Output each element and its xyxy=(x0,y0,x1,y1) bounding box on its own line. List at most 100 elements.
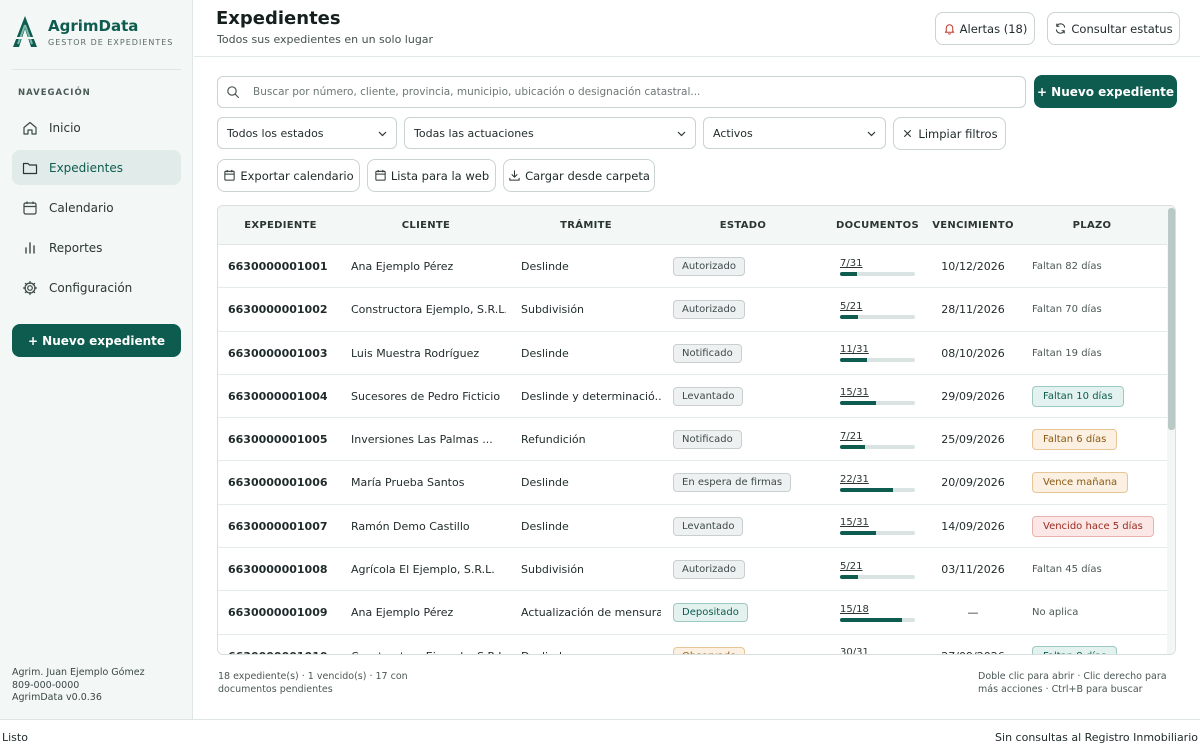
table-row[interactable]: 6630000001005 Inversiones Las Palmas ... R… xyxy=(218,418,1167,462)
estado-cell: Autorizado xyxy=(673,245,823,288)
status-text: Listo xyxy=(2,731,28,744)
export-calendar-button[interactable]: Exportar calendario xyxy=(217,159,360,192)
calendar-icon xyxy=(224,169,235,181)
calendar-icon xyxy=(23,201,37,215)
scrollbar-thumb[interactable] xyxy=(1168,208,1175,430)
column-header-tramite[interactable]: TRÁMITE xyxy=(521,220,651,231)
tramite-name: Refundición xyxy=(521,433,586,447)
expediente-number: 6630000001003 xyxy=(228,346,328,360)
clear-filters-button[interactable]: Limpiar filtros xyxy=(893,117,1006,150)
load-folder-button[interactable]: Cargar desde carpeta xyxy=(503,159,655,192)
column-header-expediente[interactable]: EXPEDIENTE xyxy=(228,220,333,231)
table-row[interactable]: 6630000001003 Luis Muestra Rodríguez Desli… xyxy=(218,332,1167,375)
documentos-progress-fill xyxy=(840,574,858,579)
documentos-count: 7/21 xyxy=(840,430,863,442)
documentos-cell: 5/21 xyxy=(840,548,920,591)
expediente-number: 6630000001007 xyxy=(228,519,328,533)
load-folder-label: Cargar desde carpeta xyxy=(525,168,650,183)
activos-filter-select[interactable]: Activos xyxy=(703,117,886,149)
sidebar-item-reportes[interactable]: Reportes xyxy=(12,230,181,265)
web-list-button[interactable]: Lista para la web xyxy=(367,159,496,192)
estado-cell: En espera de firmas xyxy=(673,461,823,504)
documentos-cell: 15/31 xyxy=(840,505,920,548)
tramite-name: Deslinde xyxy=(521,519,569,533)
cliente-name: Constructora Ejemplo, S.R.L. xyxy=(351,303,506,317)
sidebar-item-expedientes[interactable]: Expedientes xyxy=(12,150,181,185)
estado-filter-select[interactable]: Todos los estados xyxy=(217,117,397,149)
table-row[interactable]: 6630000001010Constructora Ejemplo, S.R.L… xyxy=(218,635,1167,654)
plazo-cell: Faltan 45 días xyxy=(1032,548,1167,591)
chevron-down-icon xyxy=(677,131,686,136)
plazo-cell: Faltan 8 días xyxy=(1032,635,1167,654)
expediente-number: 6630000001002 xyxy=(228,303,328,317)
sidebar-item-label: Reportes xyxy=(49,240,103,255)
column-header-estado[interactable]: ESTADO xyxy=(673,220,813,231)
column-header-vencimiento[interactable]: VENCIMIENTO xyxy=(930,220,1016,231)
documentos-cell: 7/21 xyxy=(840,418,920,461)
cliente-name: Ana Ejemplo Pérez xyxy=(351,606,454,620)
documentos-cell: 5/21 xyxy=(840,288,920,331)
table-row[interactable]: 6630000001007 Ramón Demo Castillo Deslinde… xyxy=(218,505,1167,549)
documentos-count: 11/31 xyxy=(840,344,869,356)
sidebar-divider xyxy=(12,69,181,70)
documentos-count: 5/21 xyxy=(840,560,863,572)
documentos-count: 5/21 xyxy=(840,300,863,312)
documentos-progress-fill xyxy=(840,314,858,319)
estado-filter-value: Todos los estados xyxy=(227,126,324,140)
documentos-count: 7/31 xyxy=(840,257,863,269)
status-bar: Listo Sin consultas al Registro Inmobili… xyxy=(0,719,1200,750)
table-row[interactable]: 6630000001004 Sucesores de Pedro Ficticio… xyxy=(218,375,1167,419)
brand: AgrimData GESTOR DE EXPEDIENTES xyxy=(10,14,173,50)
sidebar-item-inicio[interactable]: Inicio xyxy=(12,110,181,145)
column-header-plazo[interactable]: PLAZO xyxy=(1032,220,1152,231)
documentos-cell: 15/31 xyxy=(840,375,920,418)
registry-status-text: Sin consultas al Registro Inmobiliario xyxy=(995,731,1198,744)
search-input[interactable] xyxy=(253,86,993,98)
chevron-down-icon xyxy=(867,131,876,136)
web-list-label: Lista para la web xyxy=(390,168,490,183)
status-badge: Notificado xyxy=(673,430,742,450)
actuacion-filter-select[interactable]: Todas las actuaciones xyxy=(404,117,696,149)
table-scrollbar[interactable] xyxy=(1167,206,1175,654)
sidebar-item-label: Inicio xyxy=(49,120,81,135)
table-row[interactable]: 6630000001009 Ana Ejemplo Pérez Actualizac… xyxy=(218,591,1167,635)
documentos-progress-fill xyxy=(840,531,877,536)
status-badge: Levantado xyxy=(673,516,744,536)
user-name: Agrim. Juan Ejemplo Gómez xyxy=(12,667,145,678)
column-header-documentos[interactable]: DOCUMENTOS xyxy=(835,220,920,231)
sidebar-footer: Agrim. Juan Ejemplo Gómez 809-000-0000 A… xyxy=(12,667,145,705)
plazo-badge: Faltan 8 días xyxy=(1032,645,1118,654)
alerts-button[interactable]: Alertas (18) xyxy=(935,12,1035,45)
sidebar-item-configuracion[interactable]: Configuración xyxy=(12,270,181,305)
vencimiento-date: 08/10/2026 xyxy=(941,346,1005,360)
plazo-badge: Vencido hace 5 días xyxy=(1032,515,1154,537)
consultar-estatus-button[interactable]: Consultar estatus xyxy=(1047,12,1180,45)
new-expediente-button[interactable]: + Nuevo expediente xyxy=(1034,75,1177,108)
table-row[interactable]: 6630000001008 Agrícola El Ejemplo, S.R.L.… xyxy=(218,548,1167,592)
nav-heading: NAVEGACIÓN xyxy=(18,88,91,98)
documentos-progress-fill xyxy=(840,487,894,492)
cliente-name: Constructora Ejemplo, S.R.L. xyxy=(351,635,506,654)
refresh-icon xyxy=(1056,23,1066,34)
table-row[interactable]: 6630000001001 Ana Ejemplo Pérez Deslinde Au… xyxy=(218,245,1167,289)
table-row[interactable]: 6630000001006 María Prueba Santos Deslinde… xyxy=(218,461,1167,505)
documentos-progress-fill xyxy=(840,617,903,622)
documentos-progress-bar xyxy=(840,358,915,363)
vencimiento-date: — xyxy=(967,606,979,620)
status-badge: Observado xyxy=(673,646,746,654)
table-header: EXPEDIENTE CLIENTE TRÁMITE ESTADO DOCUME… xyxy=(218,206,1167,245)
sidebar-item-calendario[interactable]: Calendario xyxy=(12,190,181,225)
usage-hint: Doble clic para abrir · Clic derecho par… xyxy=(978,671,1167,695)
agrimdata-logo xyxy=(13,16,37,47)
table-row[interactable]: 6630000001002 Constructora Ejemplo, S.R.L… xyxy=(218,288,1167,332)
documentos-progress-bar xyxy=(840,531,915,536)
search-box[interactable] xyxy=(217,76,1026,108)
column-header-cliente[interactable]: CLIENTE xyxy=(351,220,501,231)
expediente-number: 6630000001001 xyxy=(228,260,328,273)
download-icon xyxy=(509,170,520,181)
documentos-progress-fill xyxy=(840,358,867,363)
tramite-name: Deslinde xyxy=(521,260,569,273)
documentos-cell: 11/31 xyxy=(840,332,920,375)
sidebar-new-expediente-button[interactable]: + Nuevo expediente xyxy=(12,324,181,357)
estado-cell: Autorizado xyxy=(673,548,823,591)
